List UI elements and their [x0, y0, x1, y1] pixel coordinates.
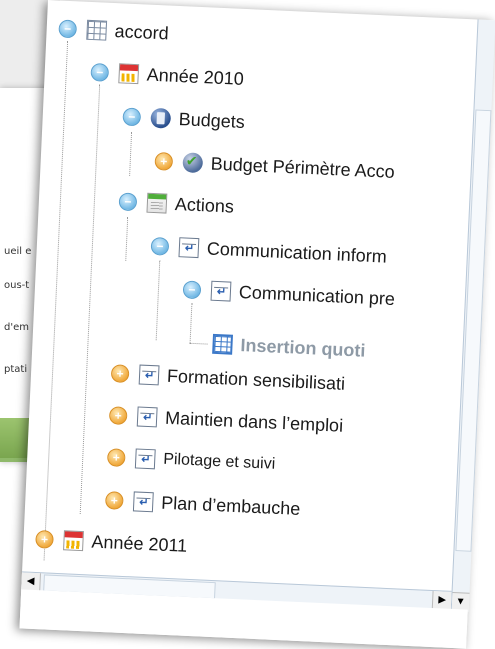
node-label: Budget Périmètre Acco — [210, 153, 396, 182]
tree-node-pilotage[interactable]: + Pilotage et suivi — [106, 445, 276, 477]
tree-node-communication-pre[interactable]: − Communication pre — [182, 277, 395, 311]
node-label: Communication inform — [206, 237, 388, 267]
tree-connector — [155, 260, 161, 341]
scroll-left-arrow-icon[interactable]: ◀ — [21, 572, 41, 592]
node-label: Année 2011 — [91, 531, 188, 556]
scroll-right-arrow-icon[interactable]: ▶ — [431, 591, 452, 610]
tree-node-budgets[interactable]: − Budgets — [122, 105, 245, 135]
actions-list-icon — [146, 192, 168, 214]
tree-connector — [129, 131, 133, 176]
tree-connector — [189, 342, 208, 345]
doc-fragment: d'em — [4, 322, 29, 333]
collapsed-toggle-icon[interactable]: + — [104, 491, 124, 510]
node-label: Pilotage et suivi — [162, 450, 276, 473]
collapsed-toggle-icon[interactable]: + — [35, 529, 54, 549]
table-icon — [212, 333, 234, 355]
expanded-toggle-icon[interactable]: − — [118, 192, 138, 212]
action-item-icon — [178, 237, 200, 259]
tree-node-insertion[interactable]: Insertion quoti — [212, 332, 366, 363]
calendar-icon — [63, 530, 84, 552]
action-item-icon — [132, 491, 154, 513]
node-label: Budgets — [178, 108, 246, 132]
node-label: accord — [114, 20, 170, 43]
collapsed-toggle-icon[interactable]: + — [110, 364, 130, 384]
tree-connector — [189, 302, 193, 343]
tree-view: − accord − Année 2010 − Budgets + Budget… — [22, 0, 477, 589]
grid-icon — [86, 19, 108, 41]
action-item-icon — [138, 364, 160, 386]
node-label: Année 2010 — [146, 64, 245, 89]
collapsed-toggle-icon[interactable]: + — [106, 448, 126, 467]
node-label: Maintien dans l’emploi — [164, 407, 344, 436]
node-label: Communication pre — [238, 281, 396, 309]
tree-node-plan[interactable]: + Plan d’embauche — [104, 488, 301, 521]
collapsed-toggle-icon[interactable]: + — [154, 152, 174, 171]
tree-node-formation[interactable]: + Formation sensibilisati — [110, 361, 346, 396]
doc-fragment: ueil e — [4, 246, 32, 257]
tree-node-budget-perimetre[interactable]: + Budget Périmètre Acco — [154, 149, 395, 184]
tree-node-communication-inform[interactable]: − Communication inform — [150, 234, 387, 269]
expanded-toggle-icon[interactable]: − — [90, 63, 110, 82]
tree-window: − accord − Année 2010 − Budgets + Budget… — [19, 0, 495, 649]
expanded-toggle-icon[interactable]: − — [150, 236, 170, 256]
expanded-toggle-icon[interactable]: − — [182, 280, 202, 300]
node-label: Formation sensibilisati — [166, 365, 346, 394]
tree-node-year-2010[interactable]: − Année 2010 — [90, 60, 244, 91]
tree-node-actions[interactable]: − Actions — [118, 189, 234, 218]
tree-node-accord[interactable]: − accord — [58, 17, 169, 46]
node-label: Plan d’embauche — [160, 492, 301, 519]
action-item-icon — [136, 406, 158, 428]
node-label: Actions — [174, 193, 235, 217]
doc-fragment: ptati — [4, 364, 28, 375]
node-label: Insertion quoti — [240, 334, 366, 361]
tree-connector — [125, 216, 129, 261]
tree-node-maintien[interactable]: + Maintien dans l’emploi — [108, 403, 344, 438]
validated-check-icon — [182, 152, 204, 174]
expanded-toggle-icon[interactable]: − — [58, 19, 78, 39]
calendar-icon — [118, 63, 140, 85]
expanded-toggle-icon[interactable]: − — [122, 107, 142, 127]
action-item-icon — [134, 448, 156, 470]
calculator-icon — [150, 107, 172, 129]
collapsed-toggle-icon[interactable]: + — [108, 406, 128, 426]
tree-node-year-2011[interactable]: + Année 2011 — [35, 527, 188, 558]
tree-connector — [79, 84, 101, 515]
action-item-icon — [210, 280, 232, 302]
doc-fragment: ous-t — [4, 280, 30, 291]
tree-connector — [43, 40, 69, 561]
